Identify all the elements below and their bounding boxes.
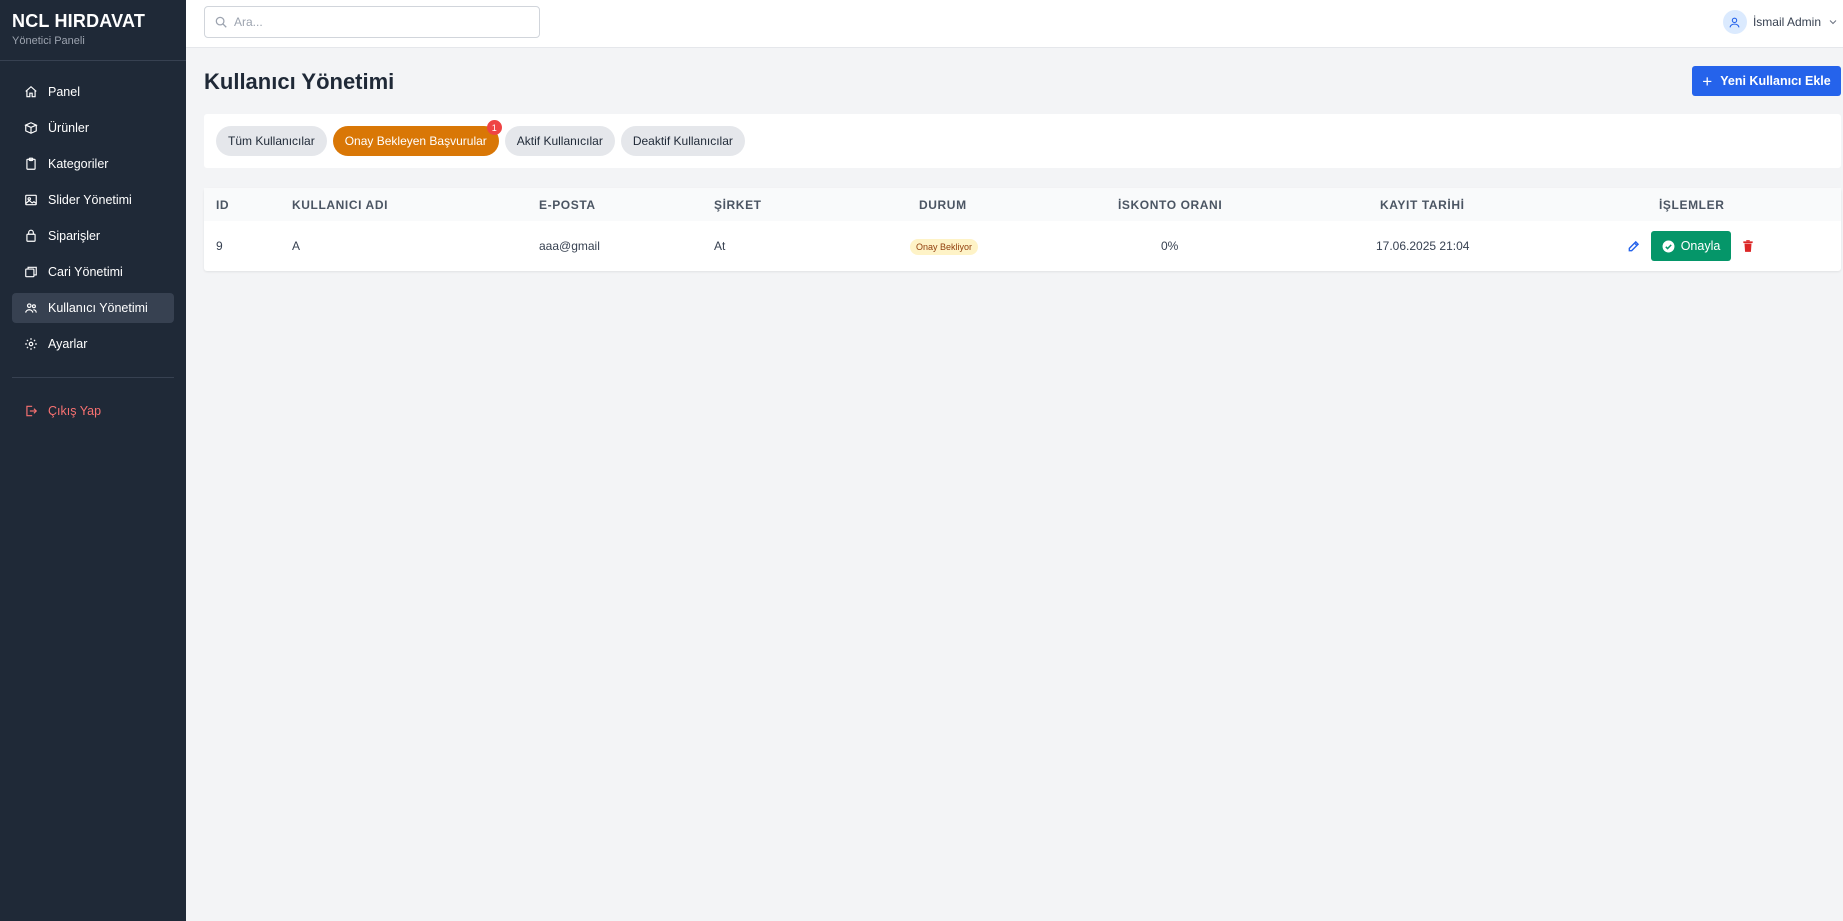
- sidebar-nav: Panel Ürünler Kategoriler Slider Yönetim…: [0, 61, 186, 426]
- chevron-down-icon: [1827, 16, 1839, 28]
- logout-label: Çıkış Yap: [48, 404, 102, 418]
- sidebar-item-urunler[interactable]: Ürünler: [12, 113, 174, 143]
- cell-email: aaa@gmail: [539, 239, 600, 253]
- home-icon: [24, 85, 38, 99]
- approve-button[interactable]: Onayla: [1651, 231, 1731, 261]
- sidebar-item-panel[interactable]: Panel: [12, 77, 174, 107]
- column-header-registered: KAYIT TARİHİ: [1380, 198, 1465, 212]
- image-icon: [24, 193, 38, 207]
- add-user-button[interactable]: + Yeni Kullanıcı Ekle: [1692, 66, 1841, 96]
- gear-icon: [24, 337, 38, 351]
- trash-icon[interactable]: [1741, 239, 1755, 253]
- column-header-discount: İSKONTO ORANI: [1118, 198, 1223, 212]
- sidebar-item-cari[interactable]: Cari Yönetimi: [12, 257, 174, 287]
- status-badge: Onay Bekliyor: [910, 239, 979, 255]
- tab-pending-applications[interactable]: Onay Bekleyen Başvurular 1: [332, 120, 502, 156]
- approve-label: Onayla: [1680, 239, 1721, 253]
- page-title: Kullanıcı Yönetimi: [204, 69, 395, 94]
- brand: NCL HIRDAVAT Yönetici Paneli: [0, 0, 186, 61]
- users-table: ID KULLANICI ADI E-POSTA ŞİRKET DURUM İS…: [204, 188, 1841, 271]
- search-icon: [214, 15, 228, 29]
- sidebar-item-label: Kullanıcı Yönetimi: [48, 301, 148, 315]
- tab-deactive-users[interactable]: Deaktif Kullanıcılar: [620, 126, 745, 156]
- sidebar-item-label: Cari Yönetimi: [48, 265, 123, 279]
- shopping-bag-icon: [24, 229, 38, 243]
- tab-all-users[interactable]: Tüm Kullanıcılar: [216, 126, 327, 156]
- table-header: ID KULLANICI ADI E-POSTA ŞİRKET DURUM İS…: [204, 188, 1841, 221]
- pending-count-badge: 1: [486, 120, 502, 135]
- column-header-email: E-POSTA: [539, 198, 596, 212]
- user-menu[interactable]: İsmail Admin: [1722, 10, 1839, 34]
- brand-subtitle: Yönetici Paneli: [12, 35, 85, 47]
- logout-button[interactable]: Çıkış Yap: [12, 396, 174, 426]
- cell-company: At: [714, 239, 726, 253]
- sidebar-item-label: Siparişler: [48, 229, 101, 243]
- logout-icon: [24, 404, 38, 418]
- search-box: [204, 6, 540, 38]
- filter-tabs: Tüm Kullanıcılar Onay Bekleyen Başvurula…: [216, 120, 751, 156]
- sidebar-item-label: Ürünler: [48, 121, 89, 135]
- sidebar-divider: [12, 377, 174, 378]
- tab-active-users[interactable]: Aktif Kullanıcılar: [504, 126, 615, 156]
- brand-title: NCL HIRDAVAT: [12, 11, 146, 31]
- column-header-username: KULLANICI ADI: [292, 198, 389, 212]
- column-header-company: ŞİRKET: [714, 198, 762, 212]
- tab-label: Onay Bekleyen Başvurular: [344, 134, 487, 148]
- user-name: İsmail Admin: [1752, 15, 1821, 29]
- filter-tabs-panel: Tüm Kullanıcılar Onay Bekleyen Başvurula…: [204, 114, 1841, 168]
- sidebar-item-label: Kategoriler: [48, 157, 109, 171]
- cell-id: 9: [216, 239, 223, 253]
- sidebar-item-ayarlar[interactable]: Ayarlar: [12, 329, 174, 359]
- column-header-id: ID: [216, 198, 230, 212]
- tab-label: Deaktif Kullanıcılar: [632, 134, 733, 148]
- sidebar-item-siparisler[interactable]: Siparişler: [12, 221, 174, 251]
- sidebar-item-kullanici[interactable]: Kullanıcı Yönetimi: [12, 293, 174, 323]
- plus-icon: +: [1702, 71, 1713, 91]
- add-user-label: Yeni Kullanıcı Ekle: [1720, 74, 1831, 88]
- sidebar-item-label: Panel: [48, 85, 80, 99]
- sidebar-item-kategoriler[interactable]: Kategoriler: [12, 149, 174, 179]
- tab-label: Tüm Kullanıcılar: [228, 134, 315, 148]
- sidebar-item-slider[interactable]: Slider Yönetimi: [12, 185, 174, 215]
- column-header-status: DURUM: [919, 198, 967, 212]
- sidebar: NCL HIRDAVAT Yönetici Paneli Panel Ürünl…: [0, 0, 186, 921]
- cell-discount: 0%: [1161, 239, 1179, 253]
- sidebar-item-label: Ayarlar: [48, 337, 88, 351]
- column-header-actions: İŞLEMLER: [1659, 198, 1725, 212]
- tab-label: Aktif Kullanıcılar: [516, 134, 603, 148]
- row-actions: Onayla: [1627, 231, 1755, 261]
- layers-icon: [24, 265, 38, 279]
- box-icon: [24, 121, 38, 135]
- cell-username: A: [292, 239, 301, 253]
- cell-registered: 17.06.2025 21:04: [1376, 239, 1470, 253]
- edit-icon[interactable]: [1627, 239, 1641, 253]
- users-icon: [24, 301, 38, 315]
- clipboard-icon: [24, 157, 38, 171]
- avatar: [1722, 10, 1747, 34]
- check-circle-icon: [1662, 240, 1675, 253]
- topbar: İsmail Admin: [186, 0, 1843, 48]
- search-input[interactable]: [234, 15, 524, 29]
- sidebar-item-label: Slider Yönetimi: [48, 193, 132, 207]
